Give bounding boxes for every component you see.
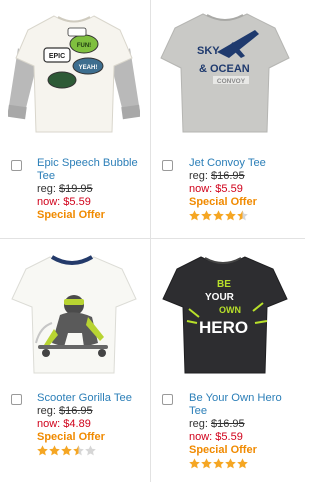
star-icon [237,210,248,221]
product-image-jet-convoy-tee[interactable]: SKY & OCEAN CONVOY [159,8,291,136]
star-icon [225,458,236,469]
bubble-text: EPIC [49,53,65,60]
sale-price: now: $5.59 [189,183,299,196]
star-icon [225,210,236,221]
star-icon [37,445,48,456]
sale-price: now: $4.89 [37,418,147,431]
star-rating[interactable] [189,458,299,470]
graphic-text: HERO [199,318,248,337]
star-rating[interactable] [189,210,299,222]
product-name-link[interactable]: Scooter Gorilla Tee [37,392,147,405]
sale-price-label: now: [189,183,216,195]
sale-price: now: $5.59 [37,196,147,209]
sale-price-label: now: [37,418,64,430]
graphic-text: BE [217,279,231,290]
product-name-link[interactable]: Be Your Own Hero Tee [189,392,299,418]
sale-price-label: now: [37,196,64,208]
star-icon [237,458,248,469]
sale-price-value: $5.59 [215,183,243,195]
product-grid: EPIC FUN! YEAH! Epic Speech Bubble Tee r… [0,0,305,482]
graphic-text: SKY [197,45,220,57]
regular-price-label: reg: [189,170,212,182]
bubble-text: YEAH! [79,65,98,71]
special-offer-link[interactable]: Special Offer [189,444,299,457]
special-offer-link[interactable]: Special Offer [37,431,147,444]
tee-illustration: BE YOUR OWN HERO [162,256,288,374]
regular-price-value: $16.95 [211,418,245,430]
special-offer-link[interactable]: Special Offer [189,196,299,209]
product-card: SKY & OCEAN CONVOY Jet Convoy Tee reg: $… [151,0,301,238]
product-name-link[interactable]: Epic Speech Bubble Tee [37,157,147,183]
star-icon [49,445,60,456]
regular-price: reg: $16.95 [37,405,147,418]
product-info: Scooter Gorilla Tee reg: $16.95 now: $4.… [37,392,147,457]
product-name-link[interactable]: Jet Convoy Tee [189,157,299,170]
sale-price-value: $5.59 [63,196,91,208]
star-icon [61,445,72,456]
tee-illustration [11,255,137,374]
regular-price: reg: $16.95 [189,170,299,183]
sale-price: now: $5.59 [189,431,299,444]
graphic-text: YOUR [205,292,235,303]
compare-checkbox[interactable] [11,160,22,171]
product-image-be-your-own-hero-tee[interactable]: BE YOUR OWN HERO [159,247,291,375]
sale-price-value: $4.89 [63,418,91,430]
product-info: Epic Speech Bubble Tee reg: $19.95 now: … [37,157,147,222]
regular-price-label: reg: [189,418,212,430]
regular-price: reg: $16.95 [189,418,299,431]
special-offer-link[interactable]: Special Offer [37,209,147,222]
star-icon [189,210,200,221]
star-icon [213,458,224,469]
graphic-text: OWN [219,305,241,315]
graphic-text: & OCEAN [199,63,250,75]
star-rating[interactable] [37,445,147,457]
sale-price-value: $5.59 [215,431,243,443]
compare-checkbox[interactable] [162,160,173,171]
compare-checkbox[interactable] [162,394,173,405]
product-card: EPIC FUN! YEAH! Epic Speech Bubble Tee r… [0,0,150,238]
product-info: Be Your Own Hero Tee reg: $16.95 now: $5… [189,392,299,470]
regular-price-label: reg: [37,405,60,417]
compare-checkbox[interactable] [11,394,22,405]
star-icon [201,458,212,469]
regular-price-value: $16.95 [59,405,93,417]
regular-price-value: $16.95 [211,170,245,182]
product-info: Jet Convoy Tee reg: $16.95 now: $5.59 Sp… [189,157,299,222]
graphic-text: CONVOY [217,78,246,85]
star-icon [189,458,200,469]
tee-illustration: SKY & OCEAN CONVOY [160,13,290,133]
star-icon [213,210,224,221]
regular-price: reg: $19.95 [37,183,147,196]
star-icon [85,445,96,456]
product-image-epic-speech-bubble-tee[interactable]: EPIC FUN! YEAH! [8,8,140,136]
regular-price-value: $19.95 [59,183,93,195]
bubble-text: FUN! [77,43,91,49]
sale-price-label: now: [189,431,216,443]
product-card: BE YOUR OWN HERO Be Your Own Hero Tee re… [151,239,301,477]
tee-illustration: EPIC FUN! YEAH! [8,15,140,133]
regular-price-label: reg: [37,183,60,195]
star-icon [73,445,84,456]
product-image-scooter-gorilla-tee[interactable] [8,247,140,375]
star-icon [201,210,212,221]
product-card: Scooter Gorilla Tee reg: $16.95 now: $4.… [0,239,150,477]
